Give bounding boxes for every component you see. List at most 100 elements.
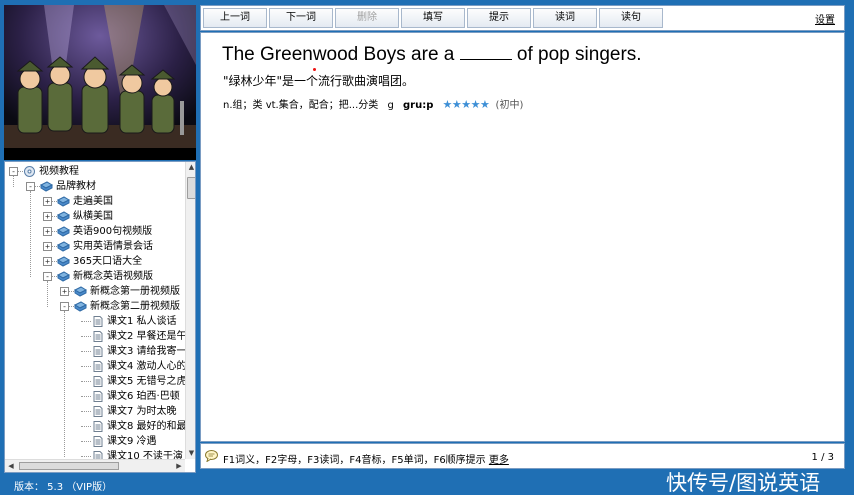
version-label: 版本： 5.3 （VIP版） — [14, 482, 113, 493]
document-icon — [91, 331, 104, 342]
tree-guide-line — [13, 176, 14, 187]
collapse-icon[interactable]: - — [43, 272, 52, 281]
tree-vertical-scrollbar[interactable]: ▲ ▼ — [185, 162, 195, 459]
tree-connector — [81, 441, 91, 442]
toolbar: 上一词 下一词 删除 填写 提示 读词 读句 设置 — [200, 5, 845, 31]
book-icon — [73, 286, 88, 297]
hint-shortcuts-text: F1词义，F2字母，F3读词，F4音标，F5单词，F6顺序提示 — [223, 455, 486, 466]
video-frame-image — [4, 5, 196, 160]
word-level: (初中) — [495, 100, 524, 111]
word-definition: n.组；类 vt.集合，配合；把...分类 — [223, 100, 379, 111]
tree-node-label: 课文4 激动人心的 — [107, 361, 185, 372]
expand-icon[interactable]: + — [43, 257, 52, 266]
tree-horizontal-scrollbar[interactable]: ◀ ▶ — [5, 459, 185, 472]
scroll-left-arrow-icon[interactable]: ◀ — [5, 460, 17, 472]
course-tree[interactable]: - 视频教程 - 品牌教材 + 走遍美国 + 纵横美国 + 英语900句视频版 + 实用英语情景会话 +… — [4, 161, 196, 473]
tree-node-label: 新概念第一册视频版 — [90, 286, 180, 297]
document-icon — [91, 436, 104, 447]
tree-node-label: 新概念英语视频版 — [73, 271, 153, 282]
tree-node-label: 课文1 私人谈话 — [107, 316, 177, 327]
book-icon — [56, 226, 71, 237]
book-icon — [56, 256, 71, 267]
tree-connector — [81, 321, 91, 322]
tree-connector — [81, 351, 91, 352]
expand-icon[interactable]: + — [60, 287, 69, 296]
hint-button[interactable]: 提示 — [467, 8, 531, 28]
tree-node-label: 课文8 最好的和最 — [107, 421, 185, 432]
video-player[interactable] — [4, 5, 196, 160]
scroll-up-arrow-icon[interactable]: ▲ — [186, 162, 195, 173]
scroll-down-arrow-icon[interactable]: ▼ — [186, 448, 195, 459]
tree-node-label: 课文2 早餐还是午 — [107, 331, 185, 342]
scroll-thumb[interactable] — [187, 177, 195, 199]
tree-guide-line — [64, 311, 65, 457]
tree-node-label: 视频教程 — [39, 166, 79, 177]
scroll-right-arrow-icon[interactable]: ▶ — [173, 460, 185, 472]
expand-icon[interactable]: + — [43, 227, 52, 236]
first-letter-hint: g — [387, 100, 394, 111]
book-icon — [56, 241, 71, 252]
tree-node-label: 课文5 无错号之虎 — [107, 376, 185, 387]
phonetic: gru:p — [402, 100, 434, 111]
next-word-button[interactable]: 下一词 — [269, 8, 333, 28]
speech-bubble-icon — [205, 450, 218, 462]
document-icon — [91, 421, 104, 432]
exercise-panel: The Greenwood Boys are a of pop singers.… — [200, 32, 845, 442]
document-icon — [91, 346, 104, 357]
tree-node-label: 课文7 为时太晚 — [107, 406, 177, 417]
hint-shortcuts: F1词义，F2字母，F3读词，F4音标，F5单词，F6顺序提示 更多 — [223, 451, 509, 466]
tree-node-label: 走遍美国 — [73, 196, 113, 207]
document-icon — [91, 361, 104, 372]
tree-connector — [81, 336, 91, 337]
document-icon — [91, 391, 104, 402]
tree-connector — [81, 381, 91, 382]
tree-node-label: 新概念第二册视频版 — [90, 301, 180, 312]
document-icon — [91, 376, 104, 387]
answer-blank[interactable] — [459, 43, 512, 60]
expand-icon[interactable]: + — [43, 242, 52, 251]
exercise-sentence: The Greenwood Boys are a of pop singers. — [222, 43, 642, 66]
tree-node-label: 品牌教材 — [56, 181, 96, 192]
collapse-icon[interactable]: - — [60, 302, 69, 311]
hint-bar: F1词义，F2字母，F3读词，F4音标，F5单词，F6顺序提示 更多 1 / 3 — [200, 443, 845, 469]
more-hints-link[interactable]: 更多 — [489, 455, 509, 466]
tree-connector — [81, 411, 91, 412]
prev-word-button[interactable]: 上一词 — [203, 8, 267, 28]
read-word-button[interactable]: 读词 — [533, 8, 597, 28]
fill-in-button[interactable]: 填写 — [401, 8, 465, 28]
tree-guide-line — [30, 191, 31, 277]
tree-node-label: 365天口语大全 — [73, 256, 143, 267]
tree-node-label: 课文3 请给我寄一 — [107, 346, 185, 357]
watermark-text: 快传号/图说英语 — [666, 471, 821, 495]
expand-icon[interactable]: + — [43, 212, 52, 221]
tree-node-label: 英语900句视频版 — [73, 226, 153, 237]
settings-link[interactable]: 设置 — [815, 11, 835, 26]
word-info: n.组；类 vt.集合，配合；把...分类 g gru:p ★★★★★ (初中) — [223, 96, 529, 111]
difficulty-stars: ★★★★★ — [442, 98, 490, 111]
read-sentence-button[interactable]: 读句 — [599, 8, 663, 28]
tree-guide-line — [47, 281, 48, 307]
hscroll-thumb[interactable] — [19, 462, 119, 470]
collapse-icon[interactable]: - — [26, 182, 35, 191]
tree-node-label: 纵横美国 — [73, 211, 113, 222]
course-tree-list: - 视频教程 - 品牌教材 + 走遍美国 + 纵横美国 + 英语900句视频版 + 实用英语情景会话 +… — [5, 162, 185, 459]
tree-connector — [81, 426, 91, 427]
book-icon — [73, 301, 88, 312]
tree-node-label: 课文10 不读于演 — [107, 451, 183, 459]
document-icon — [91, 316, 104, 327]
page-indicator: 1 / 3 — [811, 452, 834, 463]
cursor-dot — [313, 68, 316, 71]
tree-node-label: 实用英语情景会话 — [73, 241, 153, 252]
tree-connector — [81, 456, 91, 457]
book-icon — [39, 181, 54, 192]
collapse-icon[interactable]: - — [9, 167, 18, 176]
tree-connector — [81, 396, 91, 397]
tree-node-label: 课文9 冷遇 — [107, 436, 157, 447]
delete-button[interactable]: 删除 — [335, 8, 399, 28]
disc-icon — [23, 166, 36, 177]
book-icon — [56, 211, 71, 222]
document-icon — [91, 406, 104, 417]
document-icon — [91, 451, 104, 459]
book-icon — [56, 271, 71, 282]
expand-icon[interactable]: + — [43, 197, 52, 206]
